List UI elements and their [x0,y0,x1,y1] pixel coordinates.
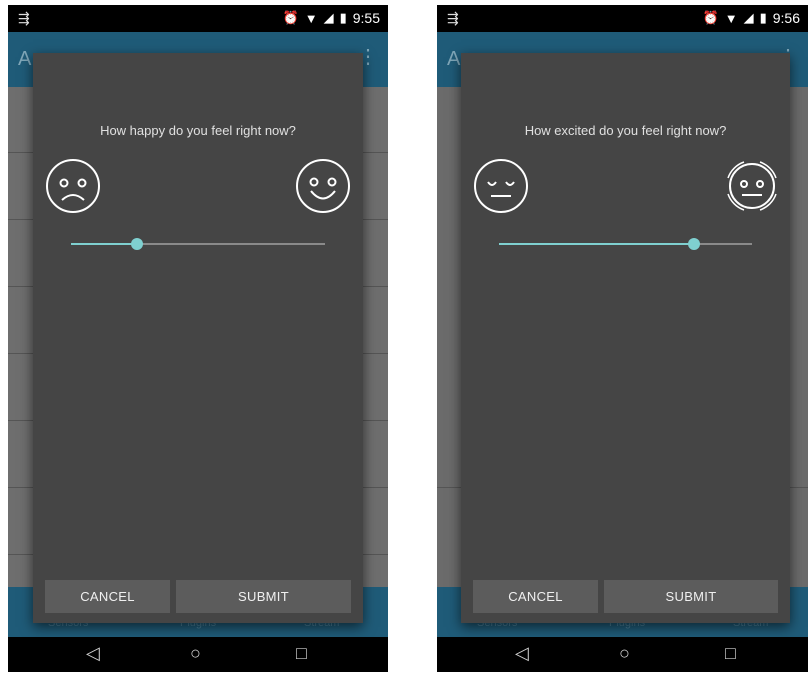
back-icon[interactable]: ◁ [86,643,100,664]
alarm-icon: ⏰ [282,10,299,25]
home-icon[interactable]: ○ [190,643,201,664]
app-title: A [447,48,461,70]
slider-thumb[interactable] [687,238,700,250]
signal-icon: ◢ [743,10,754,25]
system-nav-bar: ◁ ○ □ [437,637,808,672]
happy-face-icon [295,158,351,214]
recents-icon[interactable]: □ [296,643,307,664]
status-icons: ⏰ ▼ ◢ ▮ 9:55 [283,10,380,26]
app-title: A [18,48,32,70]
dialog-question: How excited do you feel right now? [524,123,727,138]
status-time: 9:55 [352,10,380,26]
wifi-icon: ▼ [724,10,738,26]
cancel-button[interactable]: CANCEL [473,580,598,613]
signal-icon: ◢ [323,10,334,25]
status-bar: ⇶ ⏰ ▼ ◢ ▮ 9:55 [8,5,388,32]
battery-icon: ▮ [339,10,347,25]
submit-button[interactable]: SUBMIT [604,580,778,613]
excited-face-icon [724,158,780,214]
alarm-icon: ⏰ [702,10,719,25]
slider-thumb[interactable] [131,238,144,250]
calm-face-icon [473,158,529,214]
mood-slider[interactable] [71,238,325,250]
submit-button[interactable]: SUBMIT [176,580,351,613]
status-time: 9:56 [772,10,800,26]
dialog-question: How happy do you feel right now? [100,123,296,138]
slider-fill [499,243,694,245]
status-icons: ⏰ ▼ ◢ ▮ 9:56 [703,10,800,26]
status-bar: ⇶ ⏰ ▼ ◢ ▮ 9:56 [437,5,808,32]
notification-icon: ⇶ [18,10,30,26]
mood-slider[interactable] [499,238,752,250]
mood-dialog: How happy do you feel right now? CANCEL … [33,53,363,623]
notification-icon: ⇶ [447,10,459,26]
phone-screen-right: ⇶ ⏰ ▼ ◢ ▮ 9:56 A ⋮ Sensors Plugins Strea… [437,5,808,672]
wifi-icon: ▼ [304,10,318,26]
battery-icon: ▮ [759,10,767,25]
mood-dialog: How excited do you feel right now? CANCE… [461,53,790,623]
sad-face-icon [45,158,101,214]
phone-screen-left: ⇶ ⏰ ▼ ◢ ▮ 9:55 A ⋮ Sensors Plugins Strea… [8,5,388,672]
system-nav-bar: ◁ ○ □ [8,637,388,672]
cancel-button[interactable]: CANCEL [45,580,170,613]
recents-icon[interactable]: □ [725,643,736,664]
home-icon[interactable]: ○ [619,643,630,664]
back-icon[interactable]: ◁ [515,643,529,664]
slider-fill [71,243,138,245]
